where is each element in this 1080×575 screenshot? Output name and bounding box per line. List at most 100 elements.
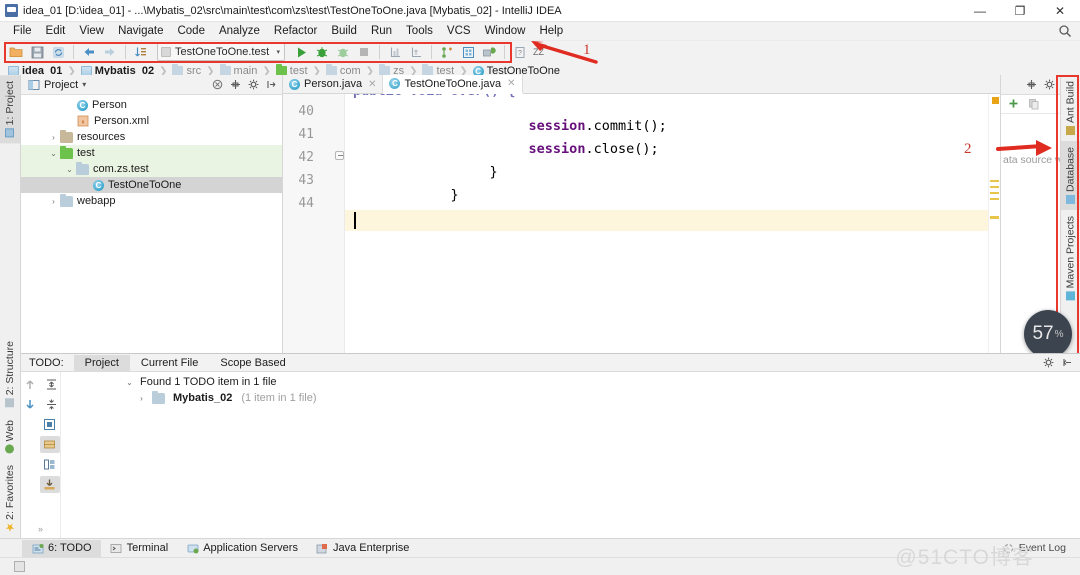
status-button-terminal[interactable]: Terminal [101,540,178,557]
copy-icon[interactable] [1027,98,1040,111]
menu-view[interactable]: View [72,24,111,38]
menu-file[interactable]: File [6,24,39,38]
next-icon[interactable] [20,396,40,413]
autoscroll-source-icon[interactable] [40,436,60,453]
memory-indicator-icon[interactable] [14,561,25,572]
expand-all-icon[interactable] [42,376,62,393]
menu-refactor[interactable]: Refactor [267,24,324,38]
tree-label: resources [77,131,125,143]
menu-build[interactable]: Build [324,24,364,38]
tree-row[interactable]: x Person.xml [21,113,282,129]
class-icon: C [289,79,300,90]
gear-icon[interactable] [1042,356,1055,369]
tab-scope-based[interactable]: Scope Based [209,355,296,371]
target-icon[interactable] [1025,78,1038,91]
todo-row[interactable]: › Mybatis_02 (1 item in 1 file) [61,390,1080,406]
chevron-down-icon[interactable]: ⌄ [123,378,136,387]
menu-vcs[interactable]: VCS [440,24,478,38]
chevron-down-icon[interactable]: ⌄ [63,165,76,174]
tree-row[interactable]: › resources [21,129,282,145]
preview-icon[interactable] [40,456,60,473]
chevron-right-icon[interactable]: › [47,133,60,142]
tab-project[interactable]: Project [74,355,130,371]
sidebar-item-structure[interactable]: 2: Structure [0,335,20,413]
attach-icon[interactable] [406,43,426,61]
chevron-down-icon[interactable]: ⌄ [47,149,60,158]
settings-struct-icon[interactable] [479,43,499,61]
sidebar-item-project[interactable]: 1: Project [0,75,20,143]
hide-icon[interactable] [265,78,278,91]
run-icon[interactable] [291,43,311,61]
sidebar-item-ant-build[interactable]: Ant Build [1061,75,1080,141]
project-panel-title-wrap[interactable]: Project ▾ [27,78,206,91]
toolbar-separator [73,45,74,59]
export-icon[interactable] [40,476,60,493]
profile-icon[interactable] [385,43,405,61]
progress-value: 57 [1032,323,1053,345]
chevron-right-icon[interactable]: › [135,394,148,403]
todo-side-more-icon[interactable]: » [38,524,43,538]
prev-icon[interactable] [20,376,40,393]
menu-help[interactable]: Help [532,24,570,38]
collapse-icon[interactable] [211,78,224,91]
todo-results-list[interactable]: ⌄ Found 1 TODO item in 1 file › Mybatis_… [61,372,1080,538]
menu-window[interactable]: Window [478,24,533,38]
hide-icon[interactable] [1061,356,1074,369]
close-icon[interactable]: ✕ [507,78,515,89]
run-coverage-icon[interactable] [333,43,353,61]
tree-row[interactable]: C Person [21,97,282,113]
collapse-all-icon[interactable] [42,396,62,413]
close-icon[interactable]: ✕ [368,79,376,90]
sidebar-item-maven-projects[interactable]: Maven Projects [1061,210,1080,306]
star-icon [6,523,15,532]
code-fold-icon[interactable] [335,151,344,160]
sidebar-item-web[interactable]: Web [0,414,20,459]
todo-row[interactable]: ⌄ Found 1 TODO item in 1 file [61,374,1080,390]
chevron-right-icon[interactable]: › [47,197,60,206]
editor-tab-person[interactable]: C Person.java ✕ [283,75,383,93]
resources-folder-icon [60,132,73,143]
minimize-button[interactable]: — [960,0,1000,22]
status-button-application-servers[interactable]: Application Servers [177,540,307,557]
sidebar-item-database[interactable]: Database [1061,141,1080,210]
menu-analyze[interactable]: Analyze [212,24,267,38]
menu-tools[interactable]: Tools [399,24,440,38]
tree-row[interactable]: ⌄ com.zs.test [21,161,282,177]
save-all-icon[interactable] [27,43,47,61]
forward-icon[interactable] [100,43,120,61]
close-button[interactable]: ✕ [1040,0,1080,22]
status-button-todo[interactable]: 6: TODO [22,540,101,557]
gear-icon[interactable] [1043,78,1056,91]
stop-icon[interactable] [354,43,374,61]
editor-tab-testonetoone[interactable]: C TestOneToOne.java ✕ [383,75,522,94]
database-icon[interactable] [458,43,478,61]
status-button-java-enterprise[interactable]: Java Enterprise [307,540,418,557]
git-update-icon[interactable] [437,43,457,61]
open-project-icon[interactable] [6,43,26,61]
add-icon[interactable] [1007,98,1020,111]
run-configuration-selector[interactable]: TestOneToOne.test ▾ [157,43,285,61]
gear-icon[interactable] [247,78,260,91]
sidebar-item-favorites[interactable]: 2: Favorites [0,459,20,538]
sync-icon[interactable] [48,43,68,61]
sidebar-item-label: Maven Projects [1065,216,1077,288]
server-icon [186,542,199,555]
menu-edit[interactable]: Edit [39,24,73,38]
tree-row[interactable]: C TestOneToOne [21,177,282,193]
menu-navigate[interactable]: Navigate [111,24,170,38]
tab-current-file[interactable]: Current File [130,355,209,371]
tree-row[interactable]: ⌄ test [21,145,282,161]
search-icon[interactable] [1058,24,1072,38]
maximize-button[interactable]: ❐ [1000,0,1040,22]
menu-code[interactable]: Code [170,24,212,38]
chevron-down-icon[interactable]: ▾ [276,48,280,56]
debug-icon[interactable] [312,43,332,61]
todo-label: TODO: [21,357,74,369]
menu-run[interactable]: Run [364,24,399,38]
group-by-module-icon[interactable] [40,416,60,433]
chevron-down-icon[interactable]: ▾ [82,80,86,89]
back-icon[interactable] [79,43,99,61]
target-icon[interactable] [229,78,242,91]
sort-icon[interactable] [131,43,151,61]
tree-row[interactable]: › webapp [21,193,282,209]
